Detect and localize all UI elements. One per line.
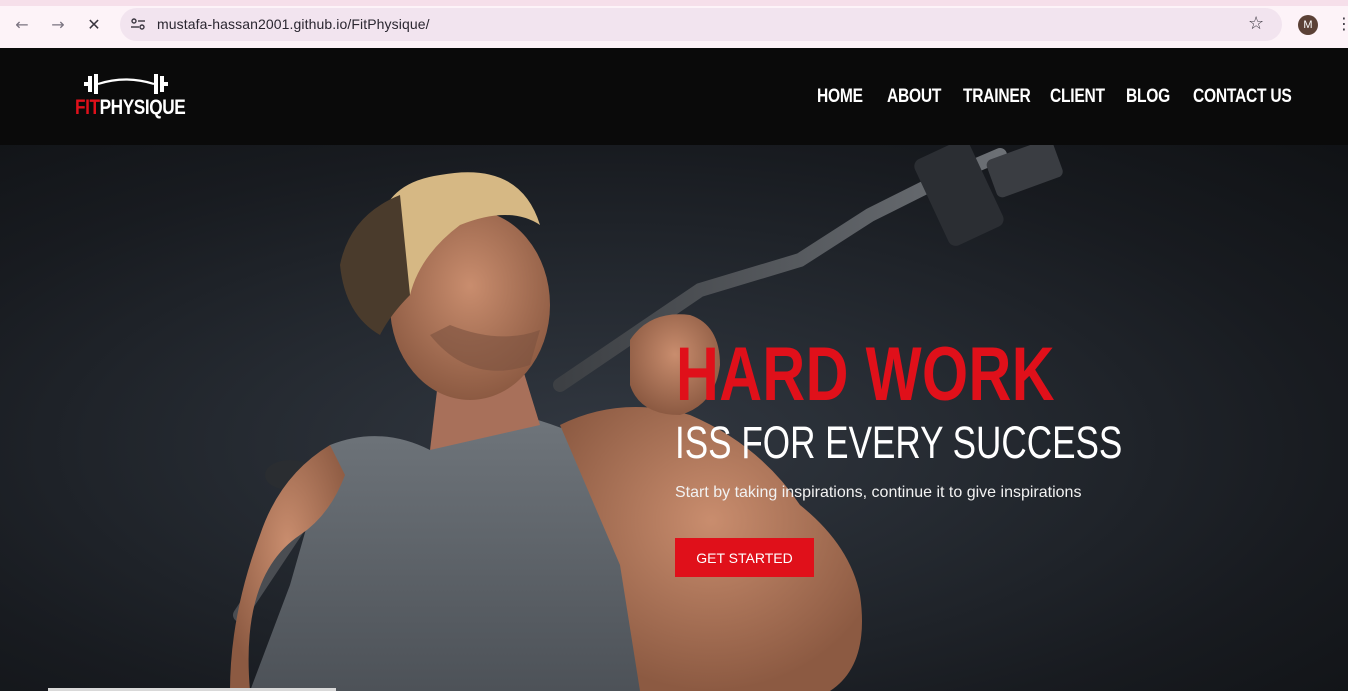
nav-contact-link[interactable]: CONTACT US bbox=[1193, 86, 1292, 108]
athlete-hero-image bbox=[48, 145, 1063, 691]
browser-tab-strip bbox=[0, 0, 1348, 6]
profile-avatar[interactable]: M bbox=[1298, 15, 1318, 35]
nav-blog-link[interactable]: BLOG bbox=[1126, 86, 1170, 108]
hero-tagline: Start by taking inspirations, continue i… bbox=[675, 484, 1082, 501]
get-started-button[interactable]: GET STARTED bbox=[675, 538, 814, 577]
logo-physique-text: PHYSIQUE bbox=[99, 96, 186, 119]
logo-fit-text: FIT bbox=[75, 96, 100, 119]
forward-icon[interactable]: → bbox=[46, 12, 70, 36]
hero-headline: HARD WORK bbox=[676, 332, 1055, 417]
url-text[interactable]: mustafa-hassan2001.github.io/FitPhysique… bbox=[157, 16, 430, 32]
logo-wordmark[interactable]: FITPHYSIQUE bbox=[75, 96, 186, 120]
site-info-icon[interactable] bbox=[130, 16, 146, 32]
bookmark-star-icon[interactable]: ☆ bbox=[1248, 13, 1264, 34]
kebab-menu-icon[interactable]: ⋮ bbox=[1336, 14, 1348, 33]
hero-subheadline: ISS FOR EVERY SUCCESS bbox=[675, 417, 1123, 468]
back-icon[interactable]: ← bbox=[10, 12, 34, 36]
stop-loading-icon[interactable]: ✕ bbox=[82, 12, 106, 36]
hero-section: HARD WORK ISS FOR EVERY SUCCESS Start by… bbox=[0, 145, 1348, 691]
nav-home-link[interactable]: HOME bbox=[817, 86, 863, 108]
nav-client-link[interactable]: CLIENT bbox=[1050, 86, 1105, 108]
nav-trainer-link[interactable]: TRAINER bbox=[963, 86, 1031, 108]
nav-about-link[interactable]: ABOUT bbox=[887, 86, 941, 108]
